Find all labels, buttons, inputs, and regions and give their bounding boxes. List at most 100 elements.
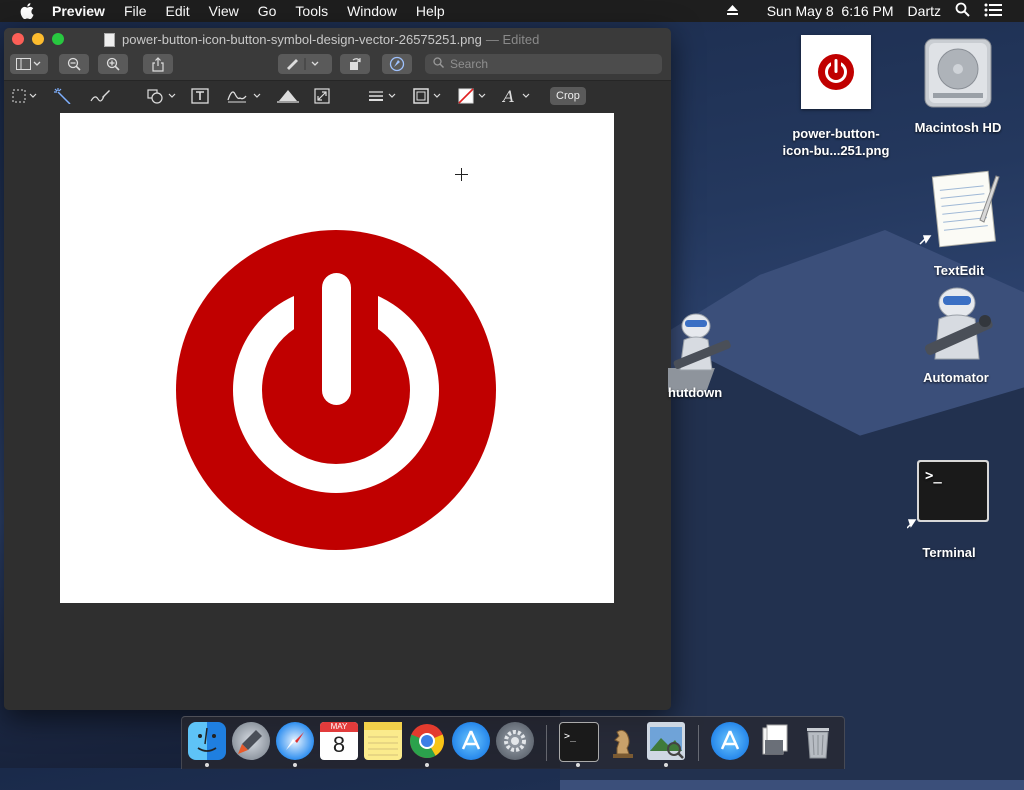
dock-applications-folder-icon[interactable] — [711, 722, 749, 760]
edited-status: — Edited — [485, 32, 540, 47]
spotlight-search-icon[interactable] — [955, 2, 970, 20]
dock-safari-icon[interactable] — [276, 722, 314, 760]
text-tool[interactable] — [191, 87, 209, 105]
svg-text:>_: >_ — [564, 731, 577, 742]
desktop-automator-label: Automator — [923, 370, 989, 385]
magic-wand-icon — [54, 88, 71, 104]
markup-pen-button[interactable] — [278, 54, 332, 74]
document-icon — [104, 32, 115, 47]
menu-help[interactable]: Help — [416, 3, 445, 19]
zoom-in-button[interactable] — [98, 54, 128, 74]
markup-toolbar-button[interactable] — [382, 54, 412, 74]
window-title-text: power-button-icon-button-symbol-design-v… — [122, 32, 482, 47]
dock-trash-icon[interactable] — [799, 722, 837, 760]
desktop-file-png[interactable]: power-button- icon-bu...251.png — [780, 35, 892, 159]
desktop-terminal-label: Terminal — [922, 545, 976, 560]
desktop-automator[interactable]: Automator — [908, 285, 1004, 385]
adjust-color-tool[interactable] — [277, 87, 299, 105]
png-thumbnail — [801, 35, 871, 109]
textedit-icon — [919, 170, 1000, 248]
minimize-window-button[interactable] — [32, 33, 44, 45]
desktop-textedit-label: TextEdit — [933, 263, 985, 278]
dock-running-indicator — [576, 763, 580, 767]
eject-icon[interactable] — [726, 3, 739, 19]
dock-running-indicator — [293, 763, 297, 767]
menu-edit[interactable]: Edit — [166, 3, 190, 19]
notification-center-icon[interactable] — [984, 3, 1002, 20]
power-button-icon — [176, 230, 496, 550]
dock-finder-icon[interactable] — [188, 722, 226, 760]
adjust-size-tool[interactable] — [314, 87, 330, 105]
crop-button[interactable]: Crop — [550, 87, 586, 105]
menu-go[interactable]: Go — [258, 3, 277, 19]
menu-app-name[interactable]: Preview — [52, 3, 105, 19]
fill-color-tool[interactable] — [458, 87, 488, 105]
apple-menu-icon[interactable] — [20, 3, 34, 19]
zoom-in-icon — [106, 57, 120, 71]
dock-chrome-icon[interactable] — [408, 722, 446, 760]
preview-window: power-button-icon-button-symbol-design-v… — [4, 28, 671, 710]
svg-text:A: A — [502, 88, 515, 104]
dock-app-store-icon[interactable] — [452, 722, 490, 760]
zoom-out-button[interactable] — [59, 54, 89, 74]
search-field[interactable]: Search — [425, 54, 662, 74]
document-canvas[interactable] — [4, 111, 671, 710]
line-style-icon — [369, 91, 396, 101]
markup-toolbar: A Crop — [4, 80, 671, 112]
pen-icon — [287, 58, 319, 70]
power-thumbnail-icon — [818, 54, 854, 90]
fill-color-icon — [458, 88, 486, 104]
font-style-icon: A — [502, 88, 530, 104]
menu-view[interactable]: View — [209, 3, 239, 19]
menu-clock[interactable]: Sun May 8 6:16 PM — [767, 3, 894, 19]
hard-drive-icon — [924, 38, 992, 108]
sketch-tool[interactable] — [90, 87, 110, 105]
dock-separator — [698, 725, 699, 761]
menu-window[interactable]: Window — [347, 3, 397, 19]
close-window-button[interactable] — [12, 33, 24, 45]
adjust-color-icon — [277, 90, 299, 103]
main-toolbar: Search — [4, 50, 671, 80]
image-content[interactable] — [60, 113, 614, 603]
share-button[interactable] — [143, 54, 173, 74]
text-style-tool[interactable]: A — [502, 87, 532, 105]
zoom-out-icon — [67, 57, 81, 71]
desktop-terminal[interactable]: >_ Terminal — [903, 458, 995, 560]
dock-calendar-icon[interactable]: MAY 8 — [320, 722, 358, 760]
crosshair-cursor-icon — [455, 168, 468, 181]
menu-tools[interactable]: Tools — [295, 3, 328, 19]
selection-icon — [12, 89, 37, 103]
dock-separator — [546, 725, 547, 761]
menu-user[interactable]: Dartz — [908, 3, 941, 19]
svg-text:>_: >_ — [925, 468, 942, 484]
search-placeholder: Search — [450, 57, 489, 71]
signature-icon — [227, 91, 261, 103]
window-titlebar[interactable]: power-button-icon-button-symbol-design-v… — [4, 28, 671, 50]
fullscreen-window-button[interactable] — [52, 33, 64, 45]
dock-documents-icon[interactable] — [755, 722, 793, 760]
sign-tool[interactable] — [226, 87, 264, 105]
line-style-tool[interactable] — [368, 87, 398, 105]
desktop-shutdown-app[interactable]: hutdown — [650, 310, 738, 400]
desktop-file-label-line1: power-button- — [792, 126, 880, 141]
shapes-tool[interactable] — [147, 87, 177, 105]
dock-notes-icon[interactable] — [364, 722, 402, 760]
instant-alpha-tool[interactable] — [54, 87, 72, 105]
desktop-textedit[interactable]: TextEdit — [911, 170, 1007, 278]
rectangular-selection-tool[interactable] — [12, 87, 38, 105]
sketch-icon — [90, 90, 110, 102]
border-color-tool[interactable] — [413, 87, 443, 105]
calendar-day: 8 — [332, 732, 346, 757]
rotate-button[interactable] — [340, 54, 370, 74]
desktop-hd-label: Macintosh HD — [914, 120, 1002, 135]
desktop-macintosh-hd[interactable]: Macintosh HD — [908, 33, 1008, 135]
dock-terminal-icon[interactable]: >_ — [559, 722, 599, 762]
menu-bar: Preview File Edit View Go Tools Window H… — [0, 0, 1024, 22]
sidebar-toggle-button[interactable] — [10, 54, 48, 74]
dock-launchpad-icon[interactable] — [232, 722, 270, 760]
menu-file[interactable]: File — [124, 3, 147, 19]
markup-icon — [389, 56, 405, 72]
dock-chess-icon[interactable] — [603, 722, 641, 760]
dock-system-preferences-icon[interactable] — [496, 722, 534, 760]
dock-preview-icon[interactable] — [647, 722, 685, 760]
